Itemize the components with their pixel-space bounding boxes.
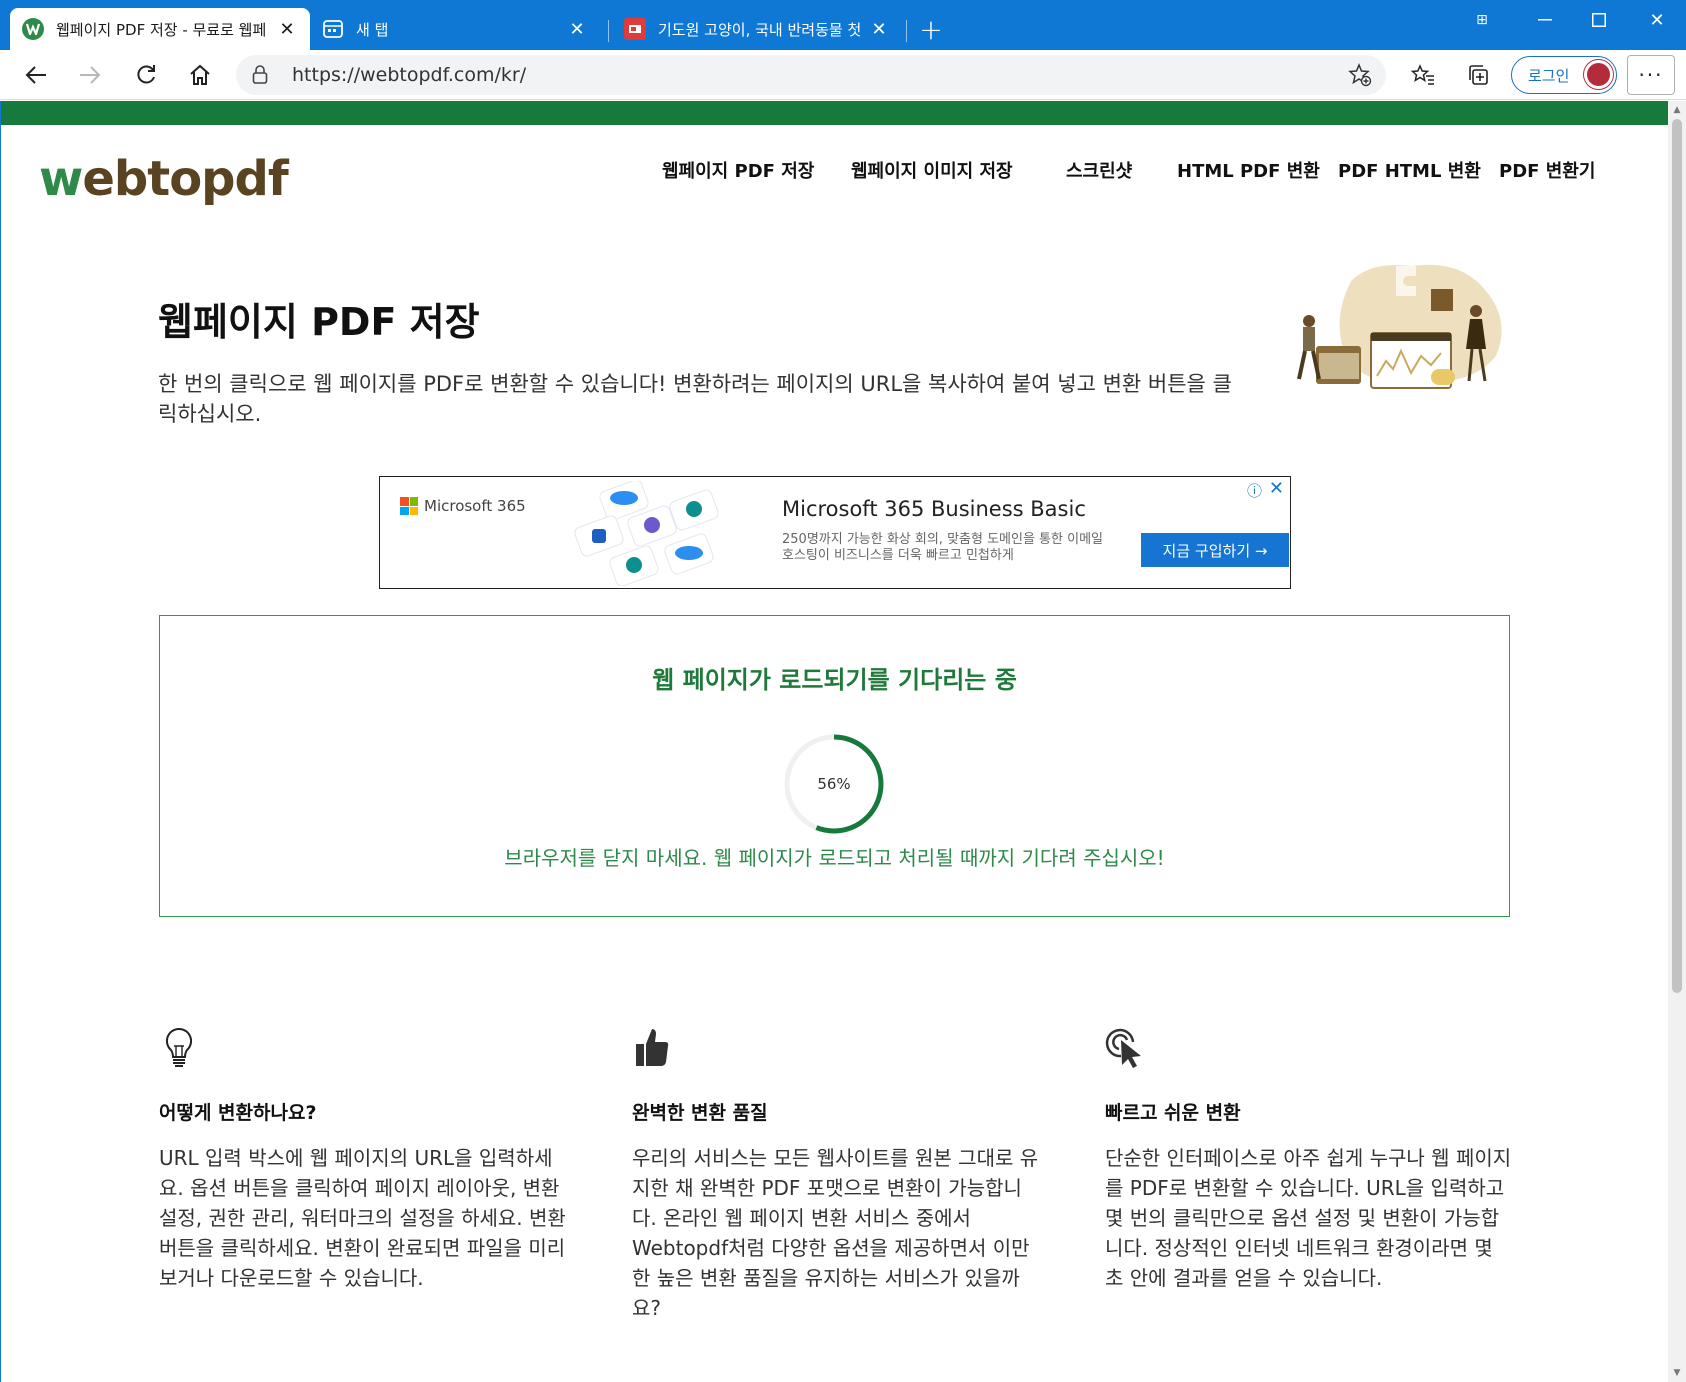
favorites-icon[interactable] xyxy=(1405,57,1441,93)
close-tab-icon[interactable]: ✕ xyxy=(868,18,890,40)
nav-webpage-pdf[interactable]: 웹페이지 PDF 저장 xyxy=(662,157,814,183)
feature-quality: 완벽한 변환 품질 우리의 서비스는 모든 웹사이트를 원본 그대로 유지한 채… xyxy=(632,1026,1042,1323)
login-label: 로그인 xyxy=(1528,66,1570,85)
feature-text: 단순한 인터페이스로 아주 쉽게 누구나 웹 페이지를 PDF로 변환할 수 있… xyxy=(1105,1146,1512,1290)
nav-pdf-html[interactable]: PDF HTML 변환 xyxy=(1338,157,1481,183)
forward-button[interactable] xyxy=(72,57,108,93)
address-bar[interactable]: https://webtopdf.com/kr/ xyxy=(236,55,1386,95)
scroll-up-arrow-icon[interactable]: ▲ xyxy=(1672,105,1682,115)
nav-html-pdf[interactable]: HTML PDF 변환 xyxy=(1177,157,1320,183)
feature-title: 빠르고 쉬운 변환 xyxy=(1105,1102,1241,1124)
ad-buy-button[interactable]: 지금 구입하기 → xyxy=(1141,533,1289,567)
microsoft-logo: Microsoft 365 xyxy=(400,497,526,515)
feature-fast-easy: 빠르고 쉬운 변환 단순한 인터페이스로 아주 쉽게 누구나 웹 페이지를 PD… xyxy=(1105,1026,1515,1293)
webtopdf-favicon-icon xyxy=(22,18,44,40)
close-tab-icon[interactable]: ✕ xyxy=(566,18,588,40)
ad-brand: Microsoft 365 xyxy=(424,497,526,515)
maximize-button[interactable] xyxy=(1572,0,1626,40)
tab-title: 웹페이지 PDF 저장 - 무료로 웹페 xyxy=(56,20,267,39)
feature-title: 완벽한 변환 품질 xyxy=(632,1102,768,1124)
home-button[interactable] xyxy=(182,57,218,93)
news-favicon-icon xyxy=(624,18,646,40)
page-description: 한 번의 클릭으로 웹 페이지를 PDF로 변환할 수 있습니다! 변환하려는 … xyxy=(158,372,1232,426)
refresh-button[interactable] xyxy=(128,57,164,93)
ad-info-icon[interactable]: ⓘ xyxy=(1247,480,1262,501)
browser-toolbar: https://webtopdf.com/kr/ 로그인 ··· xyxy=(0,50,1686,100)
feature-text: 우리의 서비스는 모든 웹사이트를 원본 그대로 유지한 채 완벽한 PDF 포… xyxy=(632,1146,1039,1320)
tab-separator xyxy=(608,20,609,42)
login-button[interactable]: 로그인 xyxy=(1511,56,1617,94)
microsoft-squares-icon xyxy=(400,497,418,515)
close-window-button[interactable]: ✕ xyxy=(1630,0,1684,40)
feature-text: URL 입력 박스에 웹 페이지의 URL을 입력하세요. 옵션 버튼을 클릭하… xyxy=(159,1146,566,1290)
office-apps-icon xyxy=(574,481,719,586)
advertisement-banner[interactable]: Microsoft 365 Microsoft 365 Business Bas… xyxy=(379,476,1291,589)
profile-avatar xyxy=(1584,60,1613,89)
close-tab-icon[interactable]: ✕ xyxy=(276,18,298,40)
settings-more-button[interactable]: ··· xyxy=(1627,55,1675,95)
site-logo[interactable]: webtopdf xyxy=(39,151,289,207)
new-tab-favicon-icon xyxy=(322,18,344,40)
progress-percent: 56% xyxy=(817,775,851,793)
tab-title: 새 탭 xyxy=(356,20,389,39)
scroll-down-arrow-icon[interactable]: ▼ xyxy=(1672,1368,1682,1378)
loading-panel: 웹 페이지가 로드되기를 기다리는 중 56% 브라우저를 닫지 마세요. 웹 … xyxy=(159,615,1510,917)
url-text[interactable]: https://webtopdf.com/kr/ xyxy=(292,64,526,86)
tab-title: 기도원 고양이, 국내 반려동물 첫 xyxy=(658,20,862,39)
thumbs-up-icon xyxy=(636,1029,669,1066)
nav-pdf-converter[interactable]: PDF 변환기 xyxy=(1499,157,1595,183)
tab-news[interactable]: 기도원 고양이, 국내 반려동물 첫 ✕ xyxy=(612,8,902,50)
ad-title[interactable]: Microsoft 365 Business Basic xyxy=(782,497,1086,521)
tab-separator xyxy=(906,20,907,42)
collections-icon[interactable] xyxy=(1460,57,1496,93)
logo-w: w xyxy=(39,151,83,207)
ad-description: 250명까지 가능한 화상 회의, 맞춤형 도메인을 통한 이메일 호스팅이 비… xyxy=(782,532,1103,563)
page-title: 웹페이지 PDF 저장 xyxy=(158,300,480,344)
page-scrollbar[interactable]: ▲ ▼ xyxy=(1668,101,1686,1382)
lightbulb-icon xyxy=(165,1027,193,1067)
tab-webtopdf[interactable]: 웹페이지 PDF 저장 - 무료로 웹페 ✕ xyxy=(10,8,310,50)
lock-icon[interactable] xyxy=(252,65,268,89)
new-tab-button[interactable]: + xyxy=(914,12,948,46)
feature-title: 어떻게 변환하나요? xyxy=(159,1102,317,1124)
add-favorite-icon[interactable] xyxy=(1348,63,1372,91)
back-button[interactable] xyxy=(18,57,54,93)
scroll-thumb[interactable] xyxy=(1672,119,1682,993)
nav-screenshot[interactable]: 스크린샷 xyxy=(1066,157,1132,183)
loading-note: 브라우저를 닫지 마세요. 웹 페이지가 로드되고 처리될 때까지 기다려 주십… xyxy=(504,846,1165,870)
tab-new-tab[interactable]: 새 탭 ✕ xyxy=(310,8,600,50)
minimize-button[interactable] xyxy=(1518,0,1572,40)
page-viewport: webtopdf 웹페이지 PDF 저장 웹페이지 이미지 저장 스크린샷 HT… xyxy=(0,101,1668,1382)
click-cursor-icon xyxy=(1105,1028,1141,1068)
tab-bar: 웹페이지 PDF 저장 - 무료로 웹페 ✕ 새 탭 ✕ 기도원 고양이, 국내… xyxy=(0,0,1686,50)
logo-text: ebtopdf xyxy=(82,151,288,207)
ad-close-icon[interactable]: ✕ xyxy=(1269,478,1284,499)
top-accent-bar xyxy=(1,101,1668,125)
tab-actions-icon[interactable]: ⊞ xyxy=(1462,0,1502,40)
nav-webpage-image[interactable]: 웹페이지 이미지 저장 xyxy=(851,157,1013,183)
feature-how-to: 어떻게 변환하나요? URL 입력 박스에 웹 페이지의 URL을 입력하세요.… xyxy=(159,1026,569,1293)
hero-illustration xyxy=(1297,264,1502,389)
loading-title: 웹 페이지가 로드되기를 기다리는 중 xyxy=(652,666,1017,694)
